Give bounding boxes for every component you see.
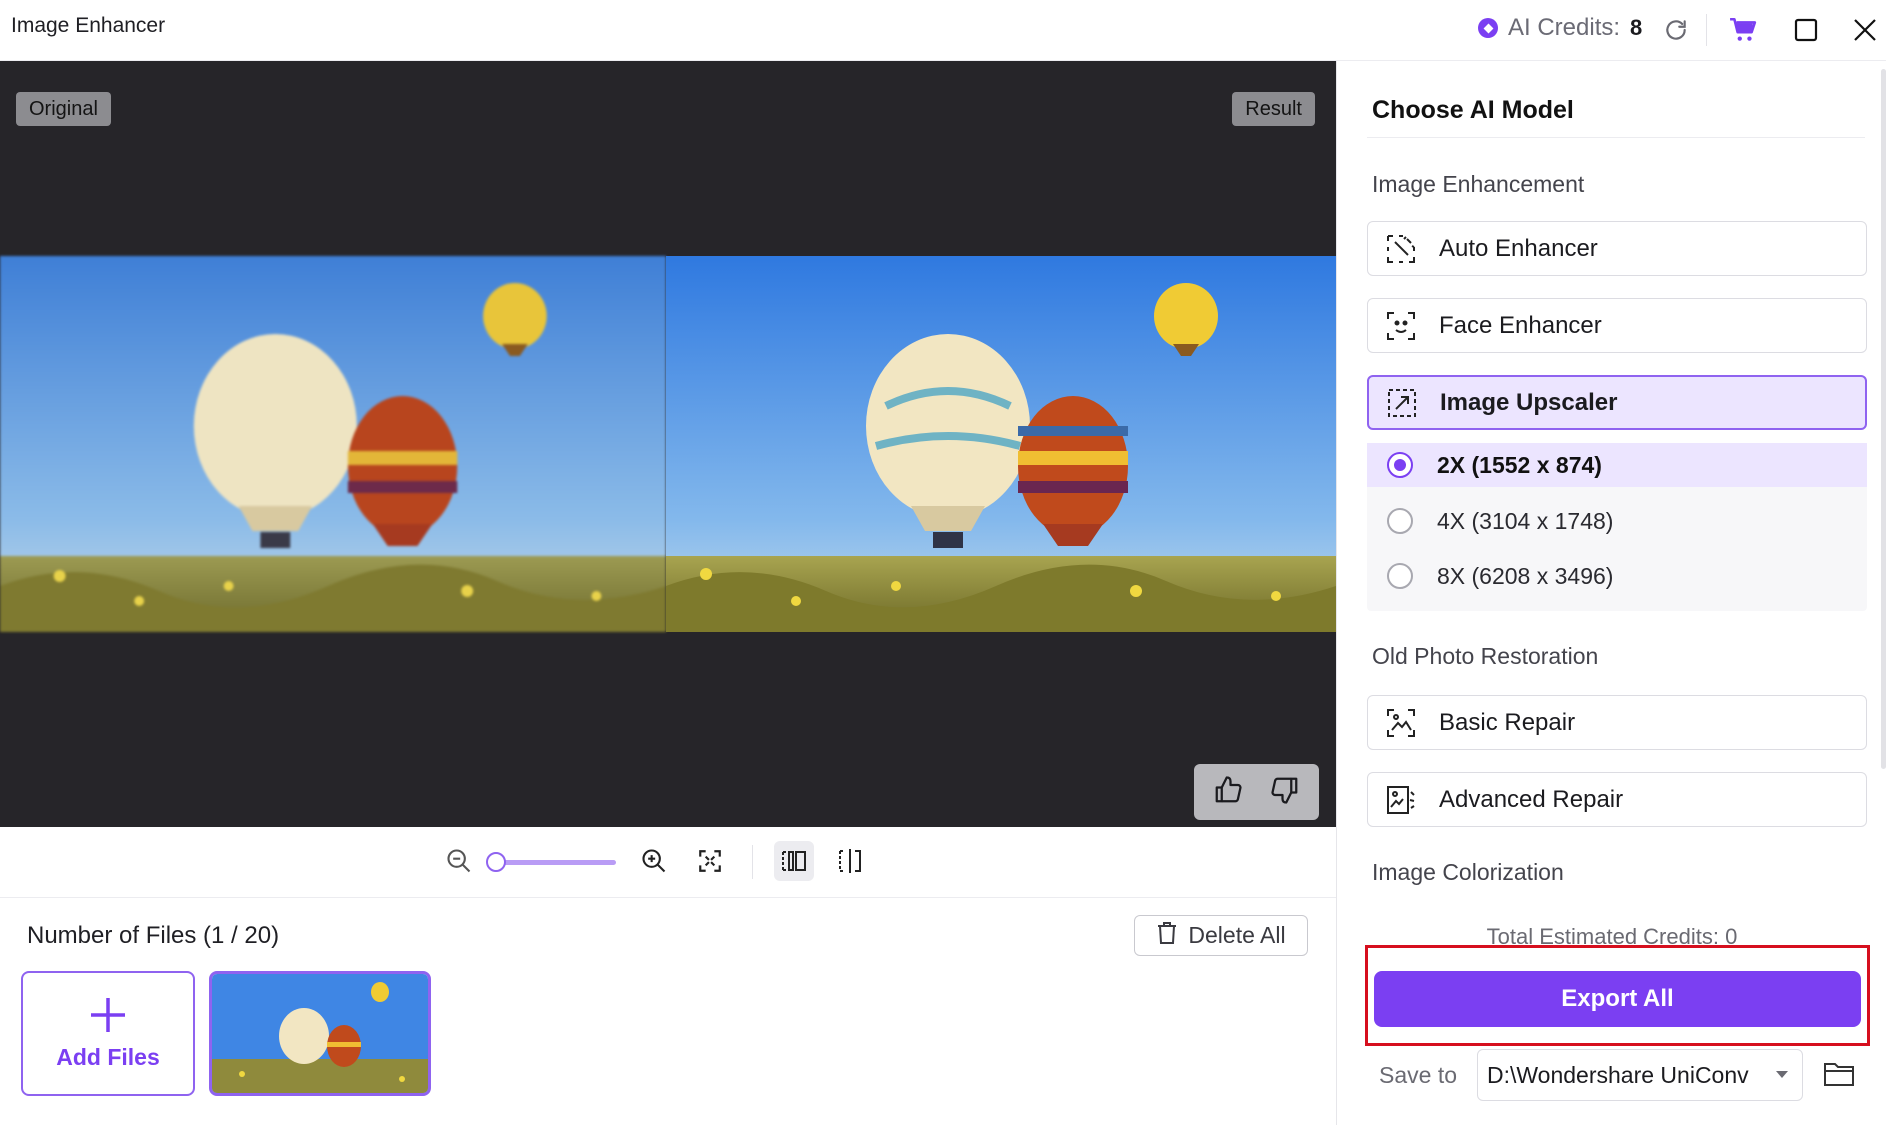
zoom-slider-handle[interactable]	[486, 852, 506, 872]
split-view-icon[interactable]	[830, 841, 870, 881]
model-advanced-repair[interactable]: Advanced Repair	[1367, 772, 1867, 827]
chevron-down-icon	[1776, 1071, 1788, 1078]
save-to-label: Save to	[1379, 1062, 1457, 1088]
ai-credits-value: 8	[1630, 15, 1643, 40]
face-enhancer-label: Face Enhancer	[1439, 311, 1602, 339]
folder-icon[interactable]	[1821, 1057, 1857, 1091]
section-image-enhancement: Image Enhancement	[1372, 171, 1585, 197]
section-image-colorization: Image Colorization	[1372, 859, 1564, 885]
delete-all-button[interactable]: Delete All	[1134, 915, 1308, 956]
zoom-in-icon[interactable]	[634, 841, 674, 881]
model-basic-repair[interactable]: Basic Repair	[1367, 695, 1867, 750]
basic-repair-label: Basic Repair	[1439, 708, 1576, 736]
zoom-out-icon[interactable]	[439, 841, 479, 881]
panel-title: Choose AI Model	[1372, 96, 1574, 124]
zoom-slider-track[interactable]	[489, 860, 616, 865]
model-image-upscaler[interactable]: Image Upscaler	[1367, 375, 1867, 430]
upscale-option-4x[interactable]: 4X (3104 x 1748)	[1367, 499, 1867, 543]
upscale-option-label: 2X (1552 x 874)	[1437, 451, 1602, 478]
ai-model-panel: Choose AI Model Image Enhancement Auto E…	[1336, 61, 1886, 1125]
save-path-value: D:\Wondershare UniConv	[1487, 1061, 1749, 1088]
title-bar: Image Enhancer AI Credits: 8	[0, 0, 1886, 61]
app-title: Image Enhancer	[11, 14, 166, 37]
save-path-select[interactable]: D:\Wondershare UniConv	[1477, 1049, 1803, 1101]
radio-2x[interactable]	[1387, 452, 1413, 478]
face-enhancer-icon	[1383, 308, 1419, 344]
upscale-option-2x[interactable]: 2X (1552 x 874)	[1367, 443, 1867, 487]
cart-icon[interactable]	[1726, 13, 1760, 47]
delete-all-label: Delete All	[1188, 922, 1286, 948]
fit-screen-icon[interactable]	[690, 841, 730, 881]
image-preview: Original Result	[0, 61, 1336, 827]
advanced-repair-icon	[1383, 782, 1419, 818]
ai-credits: AI Credits: 8	[1478, 14, 1642, 42]
trash-icon	[1156, 921, 1178, 951]
title-divider	[1706, 14, 1707, 46]
files-count: Number of Files (1 / 20)	[27, 922, 280, 949]
files-section: Number of Files (1 / 20) Delete All Add …	[0, 897, 1336, 1125]
export-all-button[interactable]: Export All	[1374, 971, 1861, 1027]
add-files-label: Add Files	[56, 1044, 160, 1070]
auto-enhancer-icon	[1383, 231, 1419, 267]
radio-4x[interactable]	[1387, 508, 1413, 534]
add-files-button[interactable]: Add Files	[21, 971, 195, 1096]
section-old-photo-restoration: Old Photo Restoration	[1372, 643, 1599, 669]
advanced-repair-label: Advanced Repair	[1439, 785, 1624, 813]
thumbs-up-icon[interactable]	[1212, 775, 1244, 810]
gem-icon	[1478, 18, 1498, 38]
thumbs-down-icon[interactable]	[1269, 775, 1301, 810]
model-auto-enhancer[interactable]: Auto Enhancer	[1367, 221, 1867, 276]
image-upscaler-label: Image Upscaler	[1440, 388, 1618, 416]
model-list[interactable]: Choose AI Model Image Enhancement Auto E…	[1337, 61, 1873, 931]
ai-credits-label: AI Credits:	[1508, 14, 1621, 41]
close-icon[interactable]	[1848, 13, 1882, 47]
view-toolbar	[0, 827, 1336, 897]
model-face-enhancer[interactable]: Face Enhancer	[1367, 298, 1867, 353]
plus-icon	[89, 996, 127, 1040]
result-image	[666, 256, 1336, 632]
upscale-options: 2X (1552 x 874) 4X (3104 x 1748) 8X (620…	[1367, 443, 1867, 611]
image-upscaler-icon	[1384, 385, 1420, 421]
maximize-icon[interactable]	[1789, 13, 1823, 47]
upscale-option-label: 4X (3104 x 1748)	[1437, 507, 1614, 534]
toolbar-divider	[752, 845, 753, 879]
original-label: Original	[16, 92, 111, 126]
refresh-icon[interactable]	[1659, 13, 1693, 47]
basic-repair-icon	[1383, 705, 1419, 741]
auto-enhancer-label: Auto Enhancer	[1439, 234, 1598, 262]
feedback-panel	[1194, 764, 1319, 820]
file-thumbnail[interactable]	[209, 971, 431, 1096]
panel-scrollbar[interactable]	[1881, 69, 1886, 769]
radio-8x[interactable]	[1387, 563, 1413, 589]
result-label: Result	[1232, 92, 1315, 126]
original-image	[0, 256, 666, 632]
upscale-option-label: 8X (6208 x 3496)	[1437, 562, 1614, 589]
side-by-side-view-icon[interactable]	[774, 841, 814, 881]
panel-divider	[1367, 137, 1865, 138]
upscale-option-8x[interactable]: 8X (6208 x 3496)	[1367, 554, 1867, 598]
